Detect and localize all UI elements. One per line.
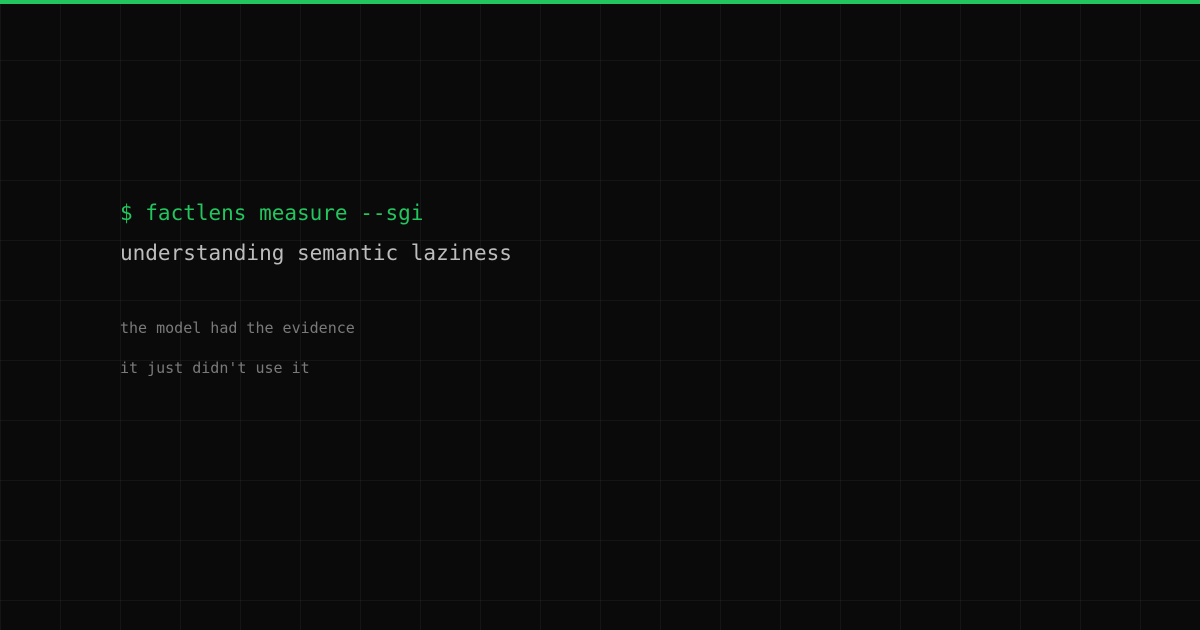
output-line: the model had the evidence	[120, 319, 355, 337]
accent-top-bar	[0, 0, 1200, 4]
page-title: understanding semantic laziness	[120, 241, 512, 265]
terminal-content: $ factlens measure --sgi understanding s…	[120, 198, 1020, 378]
command-prompt: $ factlens measure --sgi	[120, 201, 424, 225]
output-line: it just didn't use it	[120, 359, 310, 377]
page-canvas: $ factlens measure --sgi understanding s…	[0, 0, 1200, 630]
